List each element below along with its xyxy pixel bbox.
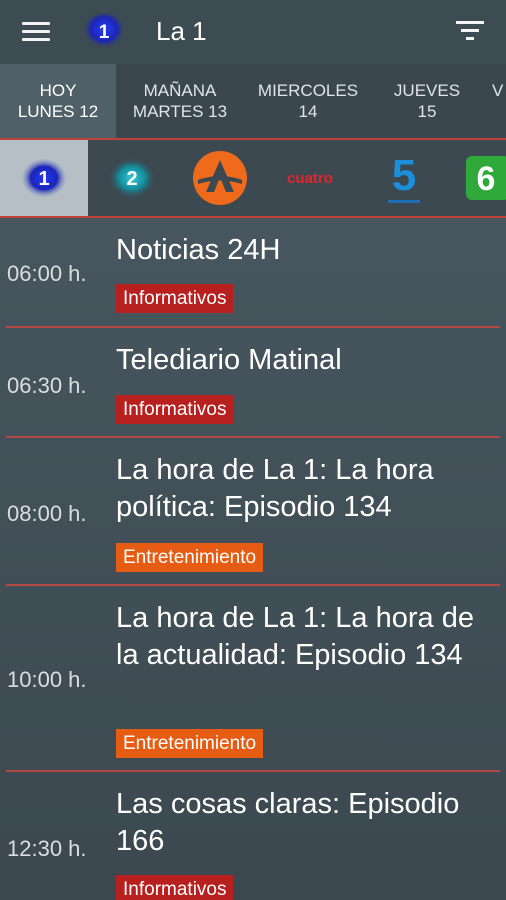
tab-thursday[interactable]: JUEVES 15 (380, 64, 474, 138)
category-badge: Entretenimiento (116, 543, 264, 572)
top-app-bar: 1 La 1 (0, 0, 506, 64)
tab-day-label: JUEVES (393, 81, 461, 100)
la2-logo-icon: 2 (110, 159, 154, 197)
app-logo-number: 1 (99, 22, 110, 43)
tab-day-label: V (492, 81, 504, 100)
tab-day-label: MIERCOLES (257, 81, 359, 100)
app-root: 1 La 1 HOY LUNES 12 MAÑANA MARTES 13 MIE… (0, 0, 506, 900)
program-item[interactable]: 06:30 h. Telediario Matinal Informativos (0, 328, 506, 436)
tab-wednesday[interactable]: MIERCOLES 14 (250, 64, 366, 138)
page-title: La 1 (156, 16, 207, 46)
channel-la1[interactable]: 1 (0, 140, 88, 216)
category-badge: Informativos (116, 875, 234, 900)
la1-logo-icon: 1 (22, 159, 66, 197)
tab-date-label: 14 (298, 102, 318, 121)
program-title: La hora de La 1: La hora de la actualida… (116, 602, 474, 671)
hamburger-menu-icon[interactable] (16, 18, 56, 46)
channel-antena3[interactable] (176, 140, 264, 216)
program-list: 06:00 h. Noticias 24H Informativos 06:30… (0, 216, 506, 900)
program-item[interactable]: 06:00 h. Noticias 24H Informativos (0, 216, 506, 326)
program-title: La hora de La 1: La hora política: Episo… (116, 454, 434, 523)
tab-tomorrow[interactable]: MAÑANA MARTES 13 (119, 64, 241, 138)
filter-icon[interactable] (454, 16, 488, 46)
channel-cuatro[interactable]: cuatro (268, 140, 352, 216)
channel-strip: 1 2 cuatro 5 6 (0, 140, 506, 216)
program-item[interactable]: 08:00 h. La hora de La 1: La hora políti… (0, 438, 506, 584)
day-tabs: HOY LUNES 12 MAÑANA MARTES 13 MIERCOLES … (0, 64, 506, 138)
tab-day-label: MAÑANA (143, 81, 217, 100)
tab-friday[interactable]: V (492, 64, 506, 138)
program-title: Las cosas claras: Episodio 166 (116, 788, 460, 857)
la1-logo-number: 1 (38, 168, 49, 190)
category-badge: Entretenimiento (116, 729, 264, 758)
channel-telecinco[interactable]: 5 (360, 140, 448, 216)
program-title: Noticias 24H (116, 234, 281, 266)
tab-date-label: MARTES 13 (132, 102, 228, 121)
la2-logo-number: 2 (126, 168, 137, 190)
telecinco-logo-number: 5 (392, 151, 416, 200)
channel-lasexta[interactable]: 6 (460, 140, 506, 216)
cuatro-logo-text: cuatro (287, 170, 333, 187)
channel-la2[interactable]: 2 (88, 140, 176, 216)
tab-day-label: HOY (39, 81, 77, 100)
lasexta-logo-icon: 6 (466, 156, 506, 200)
program-time: 12:30 h. (7, 836, 87, 861)
program-item[interactable]: 12:30 h. Las cosas claras: Episodio 166 … (0, 772, 506, 900)
tab-today[interactable]: HOY LUNES 12 (0, 64, 116, 138)
program-item[interactable]: 10:00 h. La hora de La 1: La hora de la … (0, 586, 506, 770)
tab-date-label: LUNES 12 (17, 102, 99, 121)
category-badge: Informativos (116, 284, 234, 313)
lasexta-logo-number: 6 (477, 160, 496, 198)
category-badge: Informativos (116, 395, 234, 424)
antena3-logo-icon (193, 151, 247, 205)
telecinco-logo-icon: 5 (388, 151, 420, 203)
la1-channel-logo-icon: 1 (84, 13, 124, 49)
program-time: 06:00 h. (7, 261, 87, 286)
tab-date-label: 15 (417, 102, 437, 121)
program-time: 08:00 h. (7, 501, 87, 526)
program-time: 10:00 h. (7, 667, 87, 692)
program-time: 06:30 h. (7, 373, 87, 398)
cuatro-logo-icon: cuatro (287, 170, 333, 187)
program-title: Telediario Matinal (116, 344, 342, 376)
